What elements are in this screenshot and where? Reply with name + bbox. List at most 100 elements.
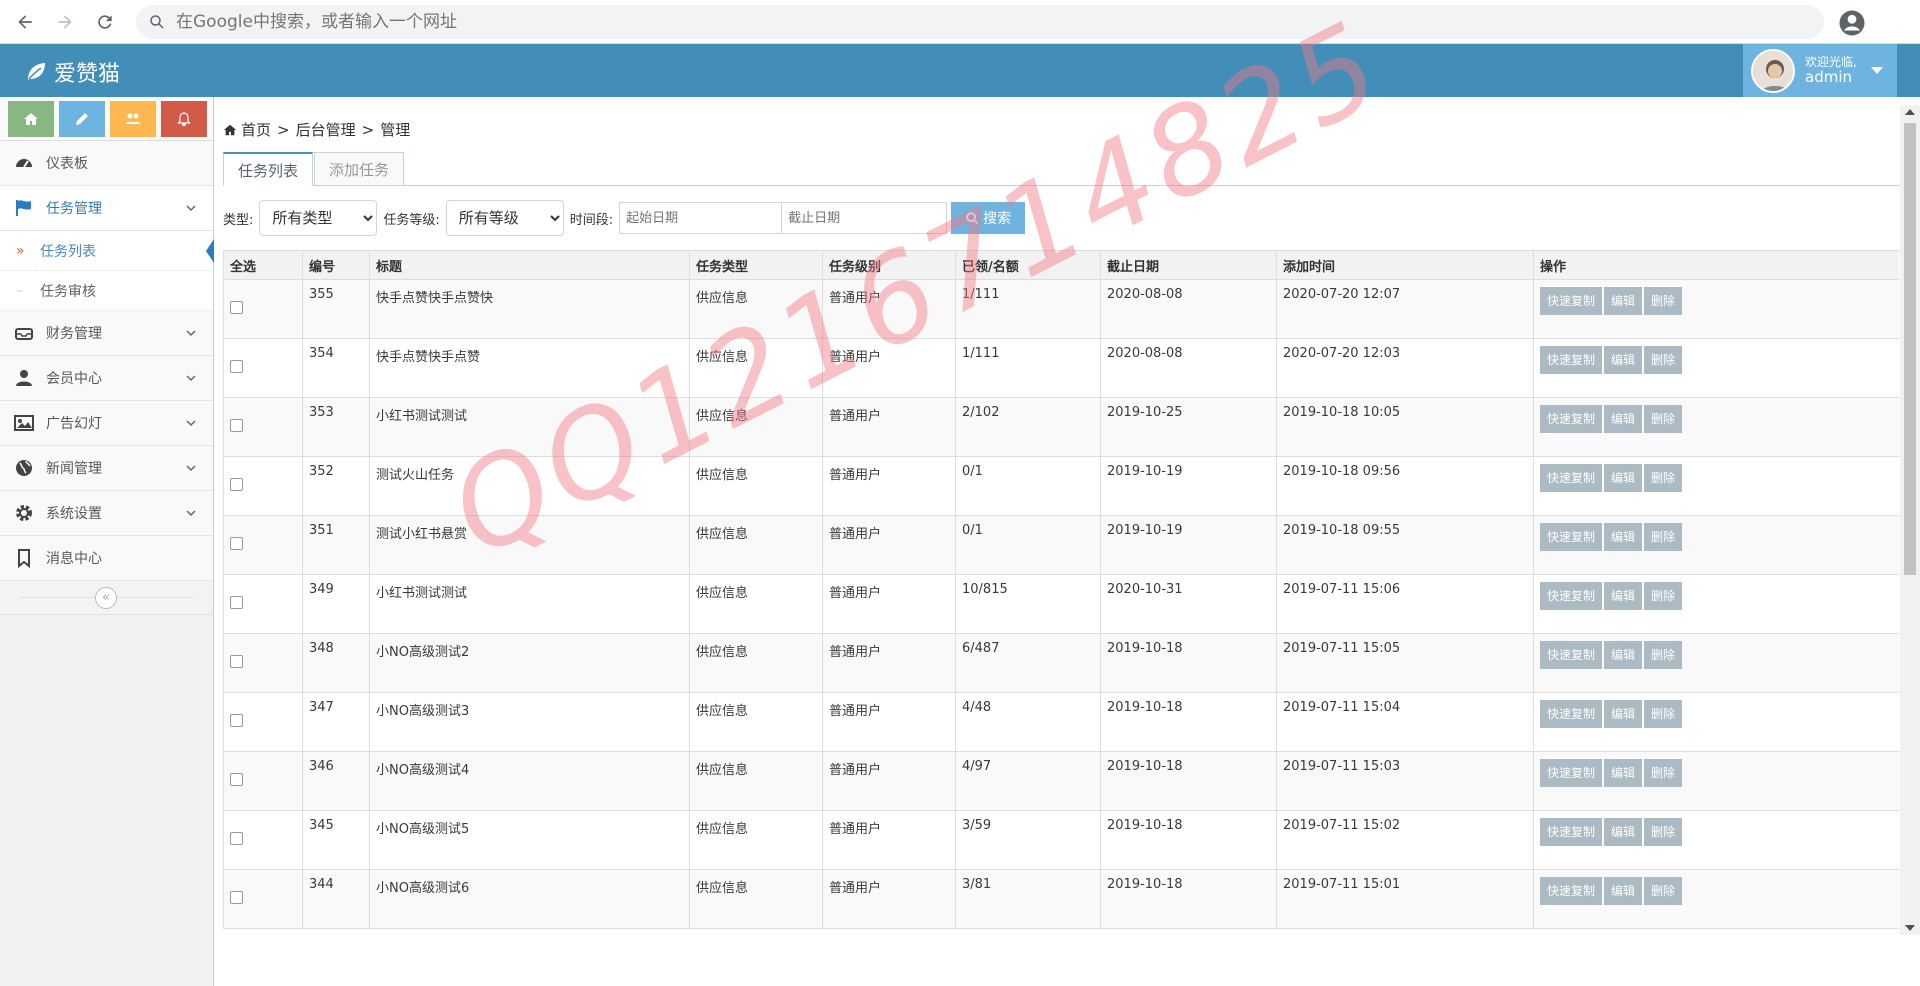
cell-actions: 快速复制 编辑 删除 bbox=[1533, 692, 1899, 752]
type-label: 类型: bbox=[223, 212, 254, 228]
sidebar-item-finance[interactable]: 财务管理 bbox=[0, 311, 213, 356]
cell-deadline: 2019-10-18 bbox=[1100, 810, 1277, 870]
delete-button[interactable]: 删除 bbox=[1644, 700, 1683, 728]
row-checkbox-cell bbox=[223, 515, 303, 575]
quick-copy-button[interactable]: 快速复制 bbox=[1540, 759, 1603, 787]
edit-button[interactable]: 编辑 bbox=[1604, 818, 1643, 846]
row-checkbox-cell bbox=[223, 574, 303, 634]
delete-button[interactable]: 删除 bbox=[1644, 464, 1683, 492]
edit-button[interactable]: 编辑 bbox=[1604, 641, 1643, 669]
quick-copy-button[interactable]: 快速复制 bbox=[1540, 818, 1603, 846]
level-select[interactable]: 所有等级 bbox=[445, 200, 564, 236]
delete-button[interactable]: 删除 bbox=[1644, 523, 1683, 551]
quick-copy-button[interactable]: 快速复制 bbox=[1540, 346, 1603, 374]
cell-level: 普通用户 bbox=[822, 279, 956, 339]
type-select[interactable]: 所有类型 bbox=[259, 200, 378, 236]
breadcrumb-level1[interactable]: 后台管理 bbox=[296, 119, 356, 140]
sidebar-item-members[interactable]: 会员中心 bbox=[0, 356, 213, 401]
row-checkbox[interactable] bbox=[230, 359, 243, 373]
row-checkbox[interactable] bbox=[230, 300, 243, 314]
quick-copy-button[interactable]: 快速复制 bbox=[1540, 582, 1603, 610]
delete-button[interactable]: 删除 bbox=[1644, 582, 1683, 610]
breadcrumb: 首页 > 后台管理 > 管理 bbox=[223, 119, 410, 140]
cell-actions: 快速复制 编辑 删除 bbox=[1533, 633, 1899, 693]
cell-level: 普通用户 bbox=[822, 574, 956, 634]
edit-button[interactable]: 编辑 bbox=[1604, 287, 1643, 315]
quick-copy-button[interactable]: 快速复制 bbox=[1540, 700, 1603, 728]
brand-logo[interactable]: 爱赞猫 bbox=[24, 56, 120, 88]
quick-copy-button[interactable]: 快速复制 bbox=[1540, 464, 1603, 492]
shortcut-notify-button[interactable] bbox=[161, 101, 207, 137]
cell-id: 346 bbox=[302, 751, 370, 811]
address-input[interactable] bbox=[176, 12, 1676, 32]
sidebar-subitem-task-review[interactable]: – 任务审核 bbox=[0, 271, 213, 311]
quick-copy-button[interactable]: 快速复制 bbox=[1540, 641, 1603, 669]
breadcrumb-home[interactable]: 首页 bbox=[241, 119, 271, 140]
back-button[interactable] bbox=[10, 7, 40, 37]
user-menu[interactable]: 欢迎光临, admin bbox=[1743, 44, 1897, 97]
cell-deadline: 2019-10-25 bbox=[1100, 397, 1277, 457]
quick-copy-button[interactable]: 快速复制 bbox=[1540, 287, 1603, 315]
cell-id: 348 bbox=[302, 633, 370, 693]
delete-button[interactable]: 删除 bbox=[1644, 759, 1683, 787]
browser-toolbar bbox=[0, 0, 1920, 44]
edit-button[interactable]: 编辑 bbox=[1604, 582, 1643, 610]
edit-button[interactable]: 编辑 bbox=[1604, 346, 1643, 374]
end-date-input[interactable] bbox=[782, 202, 948, 234]
quick-copy-button[interactable]: 快速复制 bbox=[1540, 405, 1603, 433]
quick-copy-button[interactable]: 快速复制 bbox=[1540, 523, 1603, 551]
scroll-down-icon[interactable] bbox=[1905, 925, 1915, 931]
sidebar-item-tasks[interactable]: 任务管理 bbox=[0, 186, 213, 231]
row-checkbox[interactable] bbox=[230, 654, 243, 668]
delete-button[interactable]: 删除 bbox=[1644, 641, 1683, 669]
edit-button[interactable]: 编辑 bbox=[1604, 759, 1643, 787]
row-checkbox[interactable] bbox=[230, 595, 243, 609]
row-checkbox[interactable] bbox=[230, 831, 243, 845]
edit-button[interactable]: 编辑 bbox=[1604, 464, 1643, 492]
cell-actions: 快速复制 编辑 删除 bbox=[1533, 456, 1899, 516]
cell-title: 小NO高级测试4 bbox=[369, 751, 690, 811]
delete-button[interactable]: 删除 bbox=[1644, 346, 1683, 374]
tab-task-list[interactable]: 任务列表 bbox=[223, 152, 314, 186]
delete-button[interactable]: 删除 bbox=[1644, 877, 1683, 905]
scroll-up-icon[interactable] bbox=[1905, 109, 1915, 115]
delete-button[interactable]: 删除 bbox=[1644, 818, 1683, 846]
address-bar[interactable] bbox=[136, 5, 1824, 39]
sidebar-item-messages[interactable]: 消息中心 bbox=[0, 536, 213, 581]
reload-button[interactable] bbox=[90, 7, 120, 37]
cell-deadline: 2020-08-08 bbox=[1100, 279, 1277, 339]
chevron-down-icon bbox=[186, 205, 196, 212]
edit-button[interactable]: 编辑 bbox=[1604, 700, 1643, 728]
row-checkbox[interactable] bbox=[230, 477, 243, 491]
edit-button[interactable]: 编辑 bbox=[1604, 877, 1643, 905]
collapse-sidebar-button[interactable]: « bbox=[95, 587, 117, 609]
edit-button[interactable]: 编辑 bbox=[1604, 523, 1643, 551]
quick-copy-button[interactable]: 快速复制 bbox=[1540, 877, 1603, 905]
profile-icon[interactable] bbox=[1837, 8, 1867, 38]
sidebar-item-ads[interactable]: 广告幻灯 bbox=[0, 401, 213, 446]
shortcut-users-button[interactable] bbox=[110, 101, 156, 137]
row-checkbox[interactable] bbox=[230, 418, 243, 432]
search-button[interactable]: 搜索 bbox=[951, 202, 1026, 234]
delete-button[interactable]: 删除 bbox=[1644, 405, 1683, 433]
sidebar-item-news[interactable]: 新闻管理 bbox=[0, 446, 213, 491]
tab-add-task[interactable]: 添加任务 bbox=[314, 152, 405, 186]
start-date-input[interactable] bbox=[619, 202, 783, 234]
row-checkbox[interactable] bbox=[230, 713, 243, 727]
search-icon bbox=[966, 212, 979, 224]
row-checkbox[interactable] bbox=[230, 536, 243, 550]
sidebar-item-settings[interactable]: 系统设置 bbox=[0, 491, 213, 536]
row-checkbox[interactable] bbox=[230, 772, 243, 786]
delete-button[interactable]: 删除 bbox=[1644, 287, 1683, 315]
scroll-thumb[interactable] bbox=[1904, 123, 1916, 575]
cell-actions: 快速复制 编辑 删除 bbox=[1533, 574, 1899, 634]
sidebar-subitem-task-list[interactable]: » 任务列表 bbox=[0, 231, 214, 271]
shortcut-home-button[interactable] bbox=[8, 101, 54, 137]
select-all-header[interactable]: 全选 bbox=[223, 250, 303, 280]
forward-button[interactable] bbox=[50, 7, 80, 37]
edit-button[interactable]: 编辑 bbox=[1604, 405, 1643, 433]
row-checkbox[interactable] bbox=[230, 890, 243, 904]
sidebar-item-dashboard[interactable]: 仪表板 bbox=[0, 141, 213, 186]
shortcut-edit-button[interactable] bbox=[59, 101, 105, 137]
page-scrollbar[interactable] bbox=[1900, 105, 1920, 935]
